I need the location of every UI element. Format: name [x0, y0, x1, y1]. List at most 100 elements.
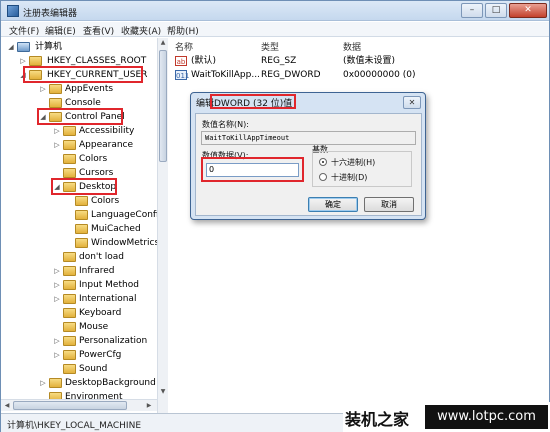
- dec-label: 十进制(D): [331, 173, 368, 182]
- menu-view[interactable]: 查看(V): [83, 24, 114, 37]
- expand-icon[interactable]: ▷: [53, 264, 61, 278]
- tree-item-dont-load[interactable]: don't load: [1, 250, 157, 264]
- dialog-close-button[interactable]: ✕: [403, 96, 421, 109]
- tree-item-infrared[interactable]: ▷ Infrared: [1, 264, 157, 278]
- scrollbar-thumb[interactable]: [159, 50, 167, 162]
- tree-item-desktop-colors[interactable]: Colors: [1, 194, 157, 208]
- tree-label: DesktopBackground: [65, 378, 156, 388]
- scroll-down-icon[interactable]: ▼: [159, 388, 167, 398]
- tree-item-accessibility[interactable]: ▷ Accessibility: [1, 124, 157, 138]
- expand-icon[interactable]: ▷: [53, 334, 61, 348]
- tree-label: Infrared: [79, 266, 115, 276]
- tree-item-languageconfig[interactable]: LanguageConfig: [1, 208, 164, 222]
- tree-item-appevents[interactable]: ▷ AppEvents: [1, 82, 157, 96]
- menu-file[interactable]: 文件(F): [9, 24, 39, 37]
- tree-item-colors[interactable]: Colors: [1, 152, 157, 166]
- tree-item-input-method[interactable]: ▷ Input Method: [1, 278, 157, 292]
- value-row[interactable]: ab (默认) REG_SZ (数值未设置): [169, 54, 549, 68]
- folder-icon: [29, 56, 42, 66]
- expand-icon[interactable]: ▷: [53, 138, 61, 152]
- expand-icon[interactable]: ▷: [39, 82, 47, 96]
- value-name: WaitToKillApp...: [191, 70, 260, 80]
- highlight-control-panel: [37, 108, 123, 125]
- tree-label: Keyboard: [79, 308, 122, 318]
- expand-icon[interactable]: ▷: [53, 278, 61, 292]
- site-watermark: 装机之家 www.lotpc.com: [343, 402, 550, 432]
- ok-button[interactable]: 确定: [308, 197, 358, 212]
- expand-icon[interactable]: ▷: [39, 376, 47, 390]
- folder-icon: [75, 224, 88, 234]
- folder-icon: [49, 378, 62, 388]
- menu-favorites[interactable]: 收藏夹(A): [121, 24, 161, 37]
- tree-label: 计算机: [35, 42, 63, 52]
- watermark-brand: 装机之家: [345, 410, 410, 429]
- tree-label: PowerCfg: [79, 350, 122, 360]
- value-type: REG_DWORD: [261, 70, 321, 80]
- column-header-data[interactable]: 数据: [343, 40, 361, 53]
- tree-label: Mouse: [79, 322, 109, 332]
- scroll-up-icon[interactable]: ▲: [159, 39, 167, 49]
- tree-item-mouse[interactable]: Mouse: [1, 320, 157, 334]
- folder-icon: [63, 126, 76, 136]
- watermark-url: www.lotpc.com: [425, 405, 548, 429]
- tree-label: LanguageConfig: [91, 210, 165, 220]
- folder-icon: [63, 154, 76, 164]
- tree-item-appearance[interactable]: ▷ Appearance: [1, 138, 157, 152]
- column-header-type[interactable]: 类型: [261, 40, 279, 53]
- menu-edit[interactable]: 编辑(E): [45, 24, 76, 37]
- tree-item-powercfg[interactable]: ▷ PowerCfg: [1, 348, 157, 362]
- registry-tree: ◢ 计算机 ▷ HKEY_CLASSES_ROOT ◢ HKEY_CURRENT…: [1, 38, 168, 413]
- tree-item-keyboard[interactable]: Keyboard: [1, 306, 157, 320]
- expand-icon[interactable]: ▷: [53, 348, 61, 362]
- tree-label: MuiCached: [91, 224, 141, 234]
- tree-vertical-scrollbar[interactable]: ▲ ▼: [157, 38, 168, 413]
- folder-icon: [63, 280, 76, 290]
- scroll-left-icon[interactable]: ◀: [2, 400, 12, 411]
- collapse-icon[interactable]: ◢: [7, 40, 15, 54]
- folder-icon: [49, 98, 62, 108]
- folder-icon: [75, 210, 88, 220]
- folder-icon: [63, 266, 76, 276]
- folder-icon: [63, 308, 76, 318]
- tree-label: Colors: [79, 154, 108, 164]
- scrollbar-thumb[interactable]: [13, 401, 127, 410]
- maximize-button[interactable]: □: [485, 3, 507, 18]
- tree-item-personalization[interactable]: ▷ Personalization: [1, 334, 157, 348]
- folder-icon: [63, 252, 76, 262]
- value-row[interactable]: 011 WaitToKillApp... REG_DWORD 0x0000000…: [169, 68, 549, 82]
- folder-icon: [49, 84, 62, 94]
- menu-help[interactable]: 帮助(H): [167, 24, 199, 37]
- cancel-button[interactable]: 取消: [364, 197, 414, 212]
- base-group: 十六进制(H) 十进制(D): [312, 151, 412, 187]
- folder-icon: [63, 168, 76, 178]
- tree-item-windowmetrics[interactable]: WindowMetrics: [1, 236, 159, 250]
- value-type: REG_SZ: [261, 56, 297, 66]
- tree-item-muicached[interactable]: MuiCached: [1, 222, 157, 236]
- dec-radio[interactable]: [319, 173, 327, 181]
- value-name-label: 数值名称(N):: [202, 120, 249, 129]
- tree-horizontal-scrollbar[interactable]: ◀ ▶: [1, 399, 157, 411]
- window-title: 注册表编辑器: [23, 9, 78, 19]
- tree-item-desktopbackground[interactable]: ▷ DesktopBackground: [1, 376, 157, 390]
- value-data: 0x00000000 (0): [343, 70, 416, 80]
- regedit-app-icon: [7, 5, 19, 17]
- tree-label: don't load: [79, 252, 125, 262]
- expand-icon[interactable]: ▷: [53, 124, 61, 138]
- close-button[interactable]: ✕: [509, 3, 547, 18]
- highlight-desktop: [51, 178, 117, 195]
- tree-item-international[interactable]: ▷ International: [1, 292, 157, 306]
- hex-radio[interactable]: [319, 158, 327, 166]
- tree-item-sound[interactable]: Sound: [1, 362, 157, 376]
- folder-icon: [63, 140, 76, 150]
- tree-item-computer[interactable]: ◢ 计算机: [1, 40, 157, 54]
- column-header-name[interactable]: 名称: [175, 40, 193, 53]
- scroll-right-icon[interactable]: ▶: [144, 400, 154, 411]
- minimize-button[interactable]: –: [461, 3, 483, 18]
- expand-icon[interactable]: ▷: [53, 292, 61, 306]
- tree-label: Personalization: [79, 336, 148, 346]
- title-bar: 注册表编辑器 – □ ✕: [1, 1, 549, 21]
- folder-icon: [75, 196, 88, 206]
- value-data: (数值未设置): [343, 56, 396, 66]
- highlight-value-data: [201, 157, 304, 182]
- folder-icon: [63, 322, 76, 332]
